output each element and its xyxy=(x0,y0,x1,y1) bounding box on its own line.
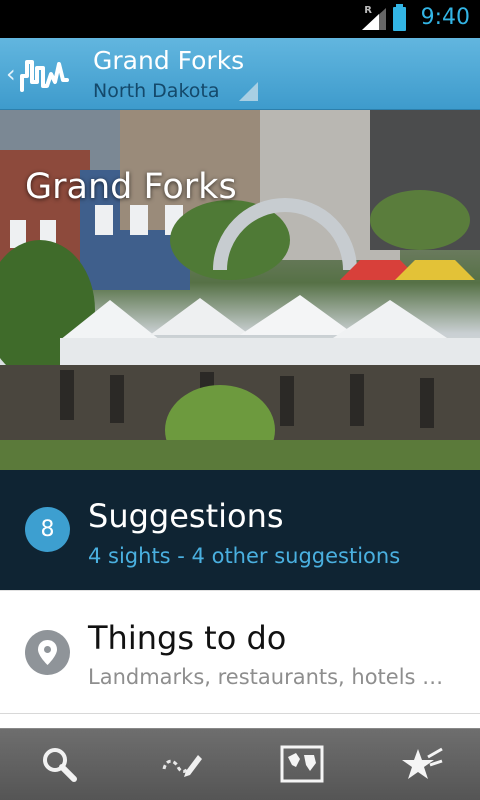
city-photo-illustration xyxy=(0,110,480,470)
list-item-title: Things to do xyxy=(88,619,287,657)
world-map-icon xyxy=(280,745,324,783)
starred-button[interactable] xyxy=(360,729,480,800)
suggestions-count-badge: 8 xyxy=(25,507,70,552)
list-item-title: Suggestions xyxy=(88,497,284,535)
signal-icon xyxy=(362,8,386,30)
battery-icon xyxy=(393,4,406,31)
edit-route-icon xyxy=(162,755,202,777)
list-item-subtitle: Landmarks, restaurants, hotels … xyxy=(88,665,444,689)
map-pin-icon xyxy=(25,630,70,675)
edit-route-button[interactable] xyxy=(120,729,240,800)
status-bar: R 9:40 xyxy=(0,0,480,38)
world-map-button[interactable] xyxy=(240,729,360,800)
city-photo: Grand Forks xyxy=(0,110,480,470)
list-item-subtitle: 4 sights - 4 other suggestions xyxy=(88,544,401,568)
starred-icon xyxy=(402,747,443,779)
app-title[interactable]: Grand Forks xyxy=(93,46,244,75)
bottom-toolbar xyxy=(0,728,480,800)
search-icon xyxy=(43,748,77,782)
dropdown-indicator-icon[interactable] xyxy=(239,82,258,101)
app-logo-icon[interactable] xyxy=(18,54,70,94)
hero-title: Grand Forks xyxy=(25,167,237,207)
search-button[interactable] xyxy=(0,729,120,800)
app-subtitle[interactable]: North Dakota xyxy=(93,80,220,102)
list-item-things-to-do[interactable]: Things to do Landmarks, restaurants, hot… xyxy=(0,590,480,714)
up-chevron-icon[interactable]: ‹ xyxy=(6,60,16,88)
status-clock: 9:40 xyxy=(420,5,470,30)
list-item-suggestions[interactable]: 8 Suggestions 4 sights - 4 other suggest… xyxy=(0,470,480,590)
list-divider xyxy=(0,713,480,714)
